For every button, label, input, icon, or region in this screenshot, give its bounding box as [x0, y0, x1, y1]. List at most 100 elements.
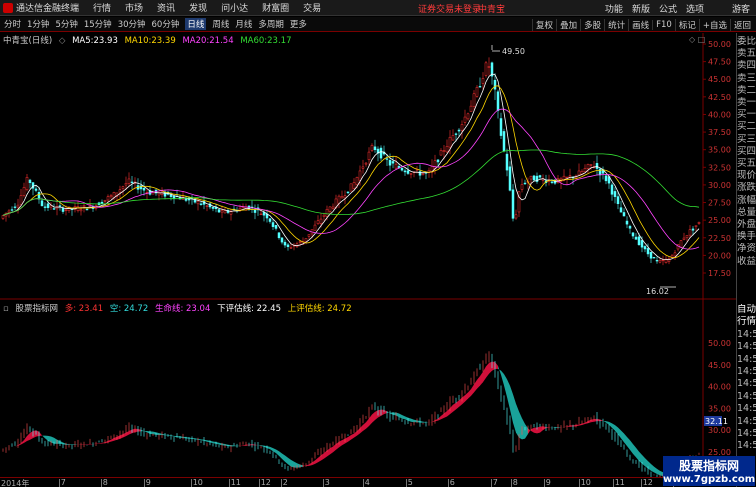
overlay-button[interactable]: 叠加: [556, 18, 580, 31]
candle-body: [460, 124, 464, 131]
candle-body: [205, 205, 209, 207]
candle-body: [199, 203, 203, 205]
indicator-expand-icon[interactable]: ▫: [3, 304, 9, 314]
candle-body: [484, 62, 488, 76]
menu-assistant[interactable]: 问小达: [221, 1, 248, 14]
current-stock-name: 中青宝: [478, 5, 506, 15]
indicator-name[interactable]: 股票指标网: [15, 304, 58, 314]
f10-button[interactable]: F10: [652, 19, 675, 30]
candle-body: [673, 252, 677, 257]
candle-body: [253, 209, 257, 213]
period-60min[interactable]: 60分钟: [152, 18, 180, 30]
date-tick: |8: [510, 478, 518, 487]
candle-body: [436, 159, 440, 163]
candle-body: [394, 163, 398, 169]
candle-body: [511, 189, 515, 219]
menu-market[interactable]: 市场: [125, 1, 143, 14]
menu-options[interactable]: 选项: [686, 2, 704, 15]
candle-body: [445, 146, 449, 153]
indicator-long: 多: 23.41: [64, 304, 104, 314]
candle-body: [688, 229, 692, 236]
menu-trade[interactable]: 交易: [303, 1, 321, 14]
candle-body: [493, 79, 497, 90]
chart-tools: 复权 叠加 多股 统计 画线 F10 标记 +自选 返回: [532, 17, 754, 32]
window-menu: 功能 新版 公式 选项 游客: [605, 2, 750, 15]
period-monthly[interactable]: 月线: [235, 18, 252, 30]
candle-body: [337, 195, 341, 204]
candle-body: [268, 218, 272, 222]
mark-button[interactable]: 标记: [674, 18, 699, 31]
panel-settings-icon[interactable]: ◇ □: [689, 35, 705, 44]
band-segment: [537, 426, 540, 434]
candle-body: [409, 173, 413, 175]
kline-chart[interactable]: 50.00 47.50 45.00 42.50 40.00 37.50 35.00 32.50…: [0, 33, 736, 477]
period-more[interactable]: 更多: [290, 18, 307, 30]
candle-body: [637, 236, 641, 246]
ma5-item: MA5:23.93: [72, 36, 118, 46]
period-15min[interactable]: 15分钟: [84, 18, 112, 30]
stock-period-label[interactable]: 中青宝(日线): [3, 36, 52, 46]
candle-body: [448, 136, 452, 148]
menu-functions[interactable]: 功能: [605, 2, 623, 15]
candle-body: [319, 218, 323, 224]
candle-body: [364, 162, 368, 165]
quote-label: 买三: [737, 133, 756, 145]
candle-body: [124, 183, 128, 186]
candle-body: [25, 177, 29, 191]
draw-line-button[interactable]: 画线: [628, 18, 652, 31]
menu-discover[interactable]: 发现: [189, 1, 207, 14]
candle-body: [433, 160, 437, 169]
candle-body: [610, 184, 614, 195]
candle-body: [79, 209, 83, 212]
candle-body: [325, 208, 329, 217]
tick-time-label: 14:5: [737, 415, 756, 427]
menu-new-version[interactable]: 新版: [632, 2, 650, 15]
menu-news[interactable]: 资讯: [157, 1, 175, 14]
candle-body: [628, 225, 632, 229]
chart-background: [0, 33, 736, 477]
band-segment: [72, 444, 75, 445]
period-1min[interactable]: 1分钟: [27, 18, 49, 30]
candle-body: [34, 188, 38, 191]
back-button[interactable]: 返回: [729, 18, 754, 31]
tick-time-label: 行情: [737, 316, 756, 328]
candle-body: [520, 184, 524, 190]
candle-body: [646, 248, 650, 255]
candle-body: [589, 164, 593, 166]
login-warning[interactable]: 证券交易未登录: [418, 2, 481, 15]
candle-body: [127, 178, 131, 184]
multi-stock-button[interactable]: 多股: [580, 18, 604, 31]
period-weekly[interactable]: 周线: [212, 18, 229, 30]
candle-body: [322, 214, 326, 217]
ma60-item: MA60:23.17: [240, 36, 292, 46]
period-30min[interactable]: 30分钟: [118, 18, 146, 30]
tick-time-label: 14:5: [737, 328, 756, 340]
period-5min[interactable]: 5分钟: [55, 18, 77, 30]
candle-body: [391, 161, 395, 164]
menu-formula[interactable]: 公式: [659, 2, 677, 15]
period-daily[interactable]: 日线: [185, 18, 207, 30]
candle-body: [406, 170, 410, 174]
period-intraday[interactable]: 分时: [4, 18, 21, 30]
indicator-lower-line: 下评估线: 22.45: [217, 304, 281, 314]
candle-body: [10, 209, 14, 211]
high-label: 49.50: [502, 47, 525, 56]
quote-label: 卖三: [737, 72, 756, 84]
collapse-icon[interactable]: ◇: [59, 36, 66, 46]
candle-body: [100, 201, 104, 204]
menu-wealth[interactable]: 财富圈: [262, 1, 289, 14]
add-watchlist-button[interactable]: +自选: [698, 18, 730, 31]
menu-guest[interactable]: 游客: [732, 2, 750, 15]
indicator-tick: 30.00: [708, 426, 731, 435]
adjust-button[interactable]: 复权: [532, 18, 556, 31]
candle-body: [361, 166, 365, 169]
stats-button[interactable]: 统计: [604, 18, 628, 31]
period-multi[interactable]: 多周期: [258, 18, 284, 30]
menu-quotes[interactable]: 行情: [93, 1, 111, 14]
indicator-tick: 50.00: [708, 339, 731, 348]
candle-body: [388, 159, 392, 166]
price-tick: 32.50: [708, 163, 731, 172]
candle-body: [418, 171, 422, 176]
date-tick: |5: [405, 478, 413, 487]
candle-body: [442, 150, 446, 152]
